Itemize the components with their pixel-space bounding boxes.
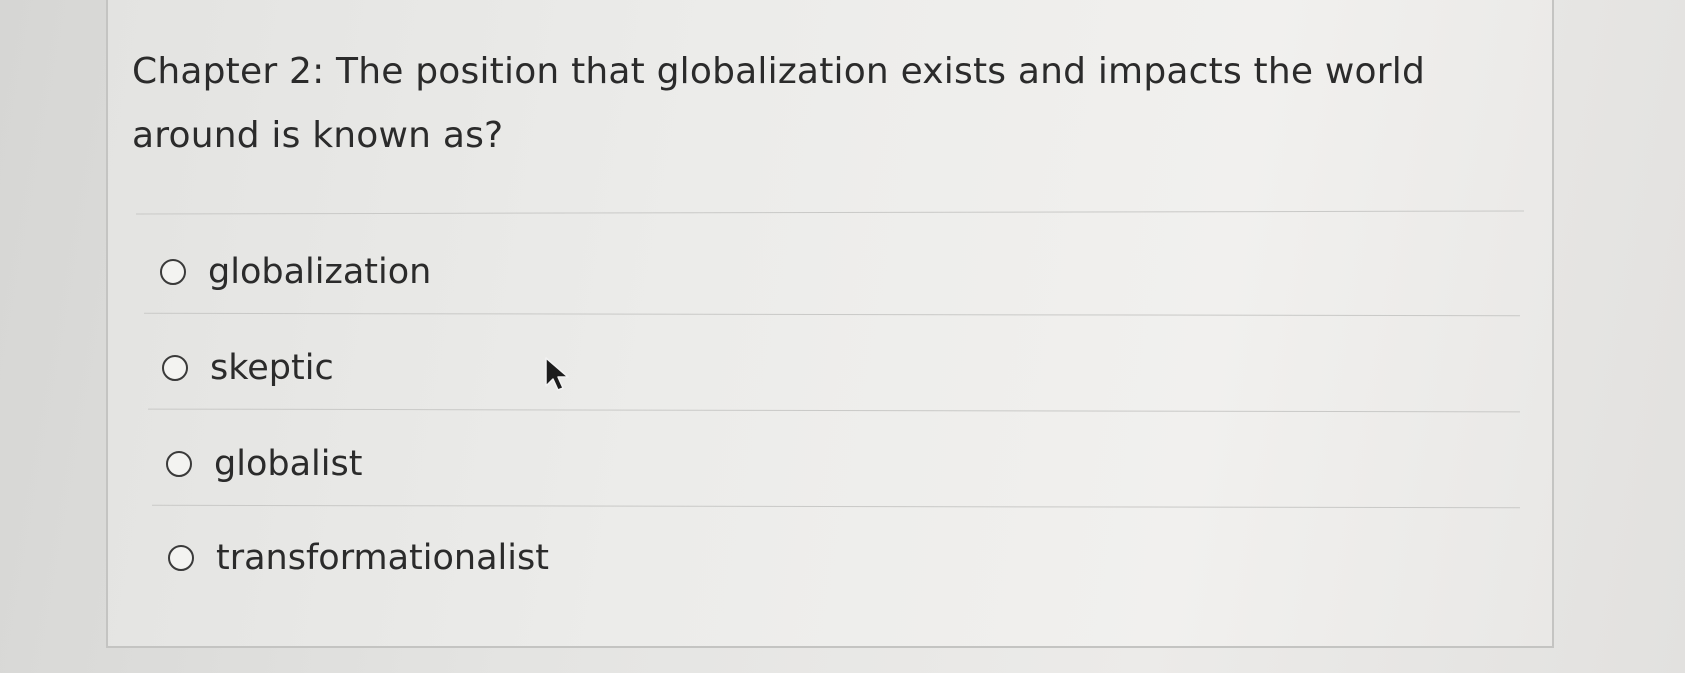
option-divider [148, 408, 1520, 413]
question-divider [136, 210, 1524, 215]
radio-button-icon[interactable] [162, 355, 188, 381]
radio-button-icon[interactable] [168, 545, 194, 571]
radio-button-icon[interactable] [160, 259, 186, 285]
mouse-pointer-arrow-icon [545, 357, 569, 391]
answer-option-globalization[interactable]: globalization [160, 246, 431, 298]
answer-option-label: skeptic [210, 348, 334, 388]
answer-option-label: transformationalist [216, 538, 549, 578]
radio-button-icon[interactable] [166, 451, 192, 477]
answer-option-transformationalist[interactable]: transformationalist [168, 532, 549, 584]
answer-option-label: globalization [208, 252, 432, 292]
question-text: Chapter 2: The position that globalizati… [132, 51, 1425, 156]
option-divider [152, 504, 1520, 509]
option-divider [144, 312, 1520, 317]
answer-option-globalist[interactable]: globalist [166, 438, 362, 490]
answer-option-label: globalist [214, 444, 363, 484]
answer-option-skeptic[interactable]: skeptic [162, 342, 334, 394]
question-card: Chapter 2: The position that globalizati… [106, 0, 1554, 648]
